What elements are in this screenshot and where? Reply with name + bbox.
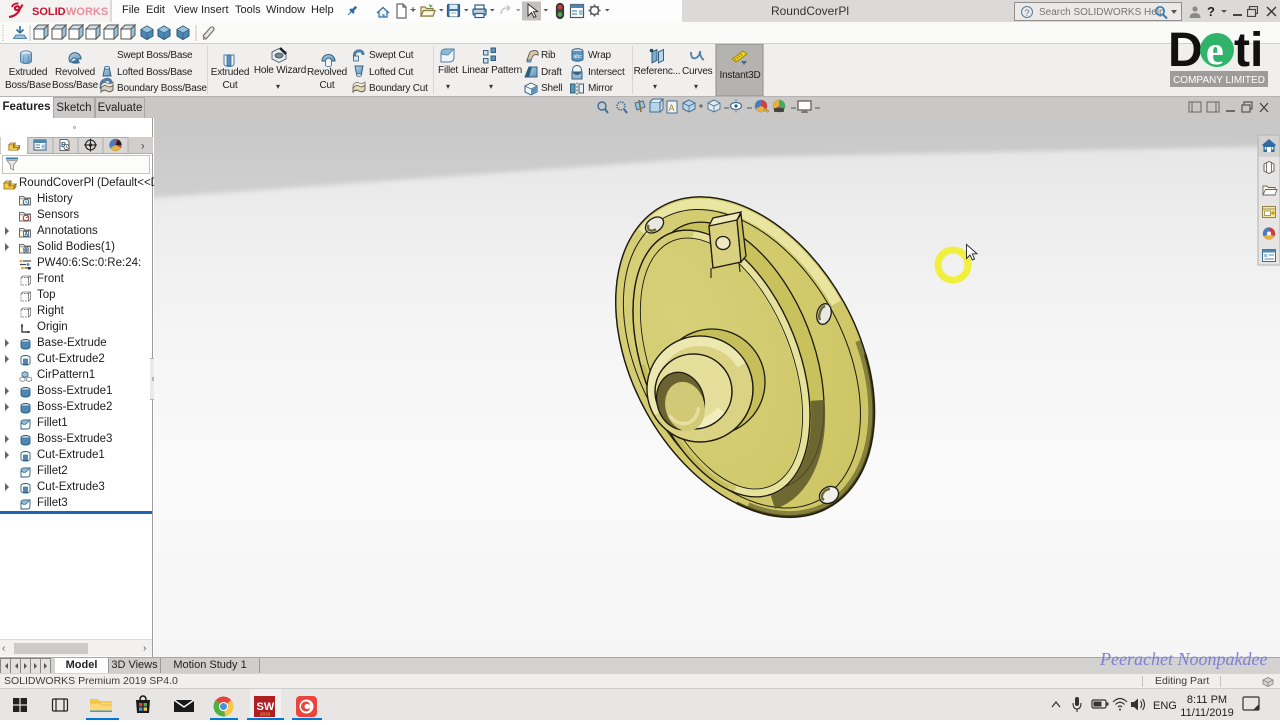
svg-text:D: D — [1168, 24, 1203, 77]
svg-text:ti: ti — [1234, 24, 1263, 77]
svg-text:COMPANY LIMITED: COMPANY LIMITED — [1173, 75, 1265, 86]
svg-text:8:11 PM: 8:11 PM — [1187, 694, 1227, 706]
svg-text:A: A — [669, 103, 675, 113]
svg-text:WORKS: WORKS — [66, 6, 108, 18]
svg-text:›: › — [141, 141, 145, 153]
svg-text:abc: abc — [573, 54, 582, 60]
svg-text:SOLID: SOLID — [32, 6, 66, 18]
svg-text:e: e — [1206, 28, 1224, 73]
svg-text:11/11/2019: 11/11/2019 — [1180, 707, 1233, 719]
svg-text:2019: 2019 — [260, 712, 271, 717]
svg-text:ENG: ENG — [1153, 700, 1177, 712]
